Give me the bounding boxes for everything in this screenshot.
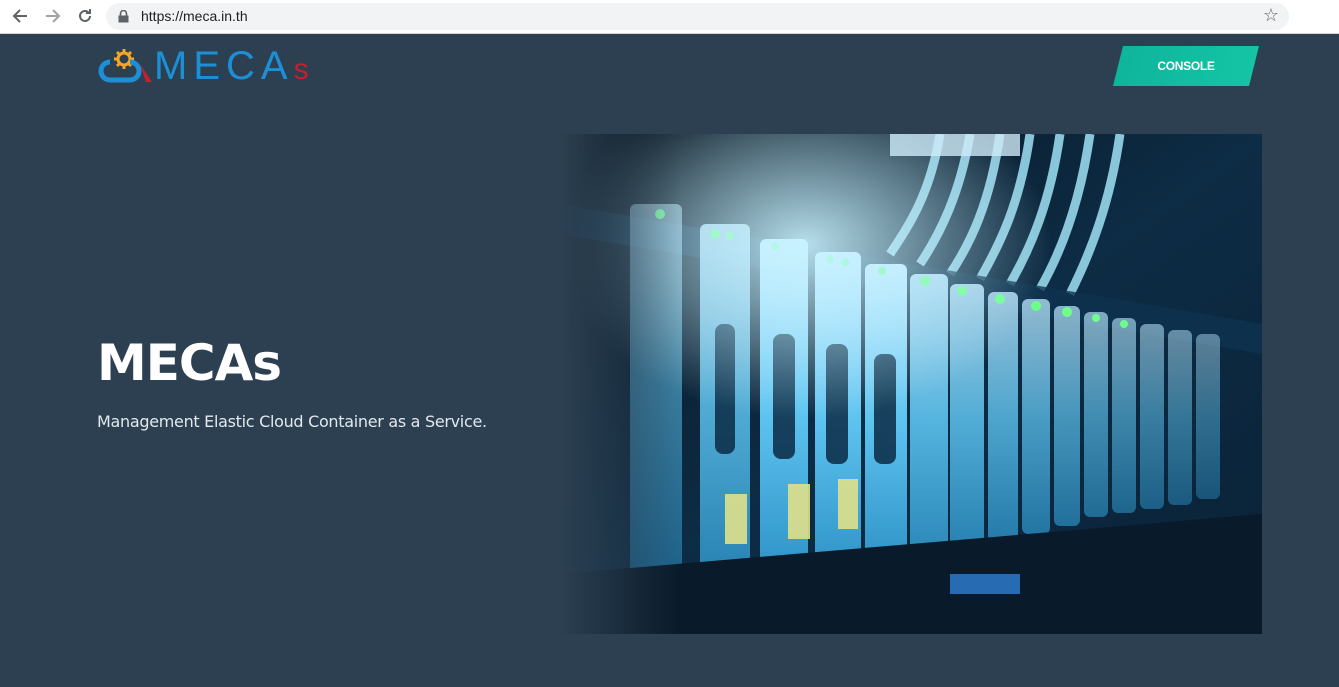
browser-toolbar: https://meca.in.th ☆ (0, 0, 1339, 34)
star-icon[interactable]: ☆ (1263, 6, 1279, 26)
hero-title: MECAs (97, 334, 282, 392)
back-button[interactable] (7, 4, 33, 28)
console-button[interactable]: CONSOLE (1113, 46, 1259, 86)
logo-wordmark: MECAs (154, 44, 309, 88)
server-rack-image (560, 134, 1262, 634)
address-bar[interactable]: https://meca.in.th ☆ (106, 3, 1289, 30)
url-text: https://meca.in.th (141, 8, 248, 24)
lock-icon (118, 10, 129, 23)
arrow-right-icon (46, 9, 61, 23)
reload-button[interactable] (72, 4, 98, 28)
reload-icon (79, 9, 91, 22)
console-button-label: CONSOLE (1157, 59, 1215, 73)
landing-page: MECAs CONSOLE MECAs Management Elastic C… (0, 34, 1339, 687)
cloud-gear-icon (98, 49, 152, 83)
mecas-logo[interactable]: MECAs (96, 44, 358, 88)
forward-button[interactable] (40, 4, 66, 28)
hero-subtitle: Management Elastic Cloud Container as a … (97, 412, 487, 431)
arrow-left-icon (12, 9, 27, 23)
